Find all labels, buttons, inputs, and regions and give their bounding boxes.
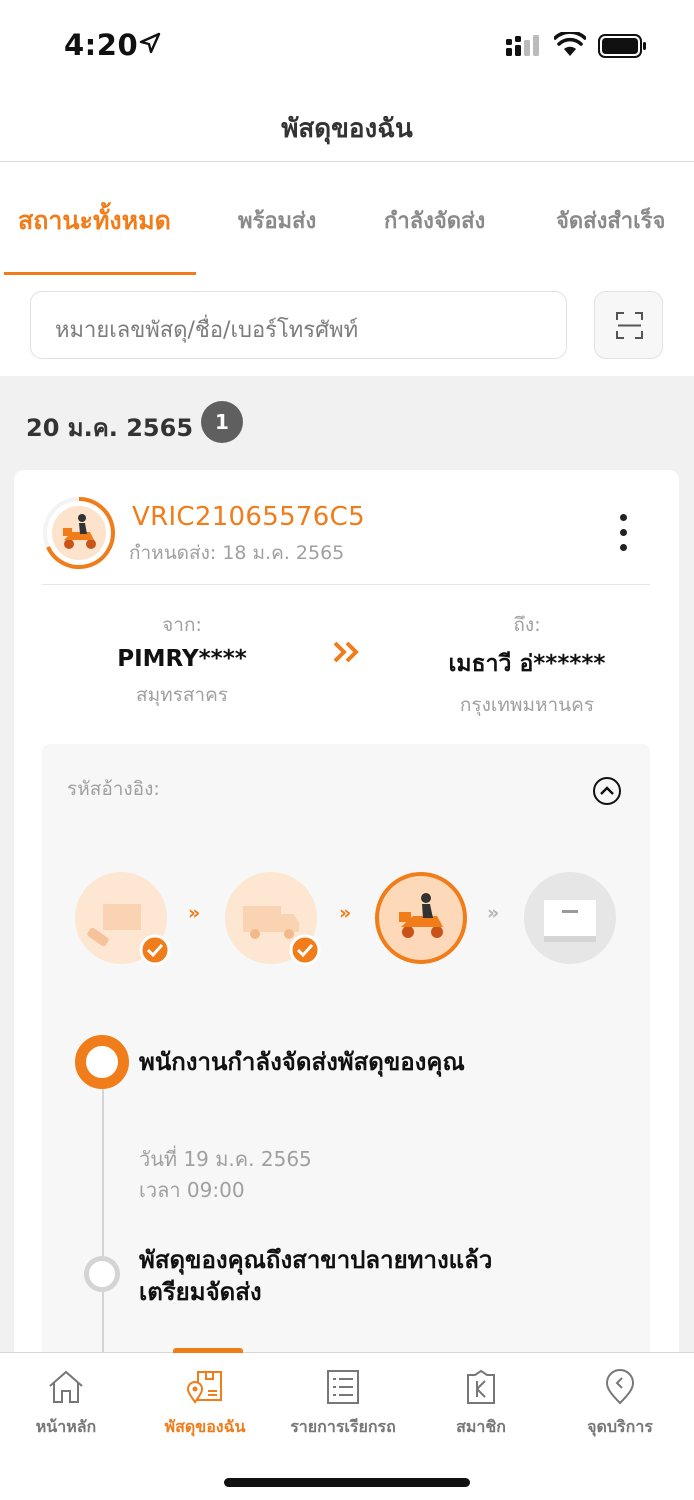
timeline-datetime: วันที่ 19 ม.ค. 2565 เวลา 09:00 [139, 1144, 312, 1206]
step-arrow-icon: » [487, 902, 500, 924]
search-input[interactable]: หมายเลขพัสดุ/ชื่อ/เบอร์โทรศัพท์ [30, 291, 567, 359]
battery-icon [598, 34, 646, 58]
timeline-dot-previous [84, 1256, 120, 1292]
step-delivered [524, 872, 616, 964]
tab-in-delivery[interactable]: กำลังจัดส่ง [384, 203, 485, 238]
search-placeholder: หมายเลขพัสดุ/ชื่อ/เบอร์โทรศัพท์ [55, 318, 359, 343]
package-box-icon [524, 872, 616, 964]
nav-pickup-requests-label: รายการเรียกรถ [290, 1417, 396, 1436]
tracking-number[interactable]: VRIC21065576C5 [132, 502, 365, 532]
sender-block: จาก: PIMRY**** สมุทรสาคร [72, 610, 292, 710]
check-circle-icon [139, 934, 171, 966]
location-arrow-icon [139, 32, 161, 54]
sender-city: สมุทรสาคร [135, 684, 229, 706]
sender-name: PIMRY**** [117, 646, 247, 672]
tab-delivered[interactable]: จัดส่งสำเร็จ [556, 203, 665, 238]
double-chevron-right-icon [333, 641, 359, 663]
step-parcel-received [75, 872, 171, 966]
timeline-dot-current [75, 1035, 129, 1089]
nav-home-label: หน้าหลัก [35, 1417, 97, 1436]
group-count-badge: 1 [201, 401, 243, 443]
timeline-line [102, 1089, 104, 1379]
tab-all-status[interactable]: สถานะทั้งหมด [18, 201, 171, 241]
scan-button[interactable] [594, 291, 663, 359]
status-time: 4:20 [64, 28, 139, 62]
reference-label: รหัสอ้างอิง: [67, 778, 160, 800]
step-arrow-icon: » [339, 902, 352, 924]
nav-my-parcels[interactable]: พัสดุของฉัน [145, 1369, 265, 1440]
tracking-detail-panel: รหัสอ้างอิง: » » » พนักงานกำลังจัดส่งพัส… [42, 744, 650, 1379]
step-out-for-delivery [375, 872, 467, 964]
nav-service-points[interactable]: จุดบริการ [560, 1369, 680, 1440]
to-label: ถึง: [513, 614, 541, 636]
nav-service-points-label: จุดบริการ [587, 1417, 653, 1436]
timeline-status-current: พนักงานกำลังจัดส่งพัสดุของคุณ [139, 1048, 465, 1076]
page-title: พัสดุของฉัน [281, 114, 413, 144]
home-icon [49, 1370, 83, 1403]
tab-ready-to-ship[interactable]: พร้อมส่ง [238, 203, 316, 238]
more-options-button[interactable] [611, 514, 635, 558]
step-in-transit [225, 872, 321, 966]
nav-my-parcels-label: พัสดุของฉัน [164, 1417, 246, 1436]
app-header: พัสดุของฉัน [0, 90, 694, 162]
nav-home[interactable]: หน้าหลัก [6, 1369, 126, 1440]
from-label: จาก: [162, 614, 202, 636]
recipient-name: เมธาวี อ่****** [448, 651, 606, 677]
nav-pickup-requests[interactable]: รายการเรียกรถ [283, 1369, 403, 1440]
parcel-icon [186, 1371, 222, 1404]
delivery-scooter-avatar-icon [43, 497, 115, 569]
group-date: 20 ม.ค. 2565 [26, 414, 194, 442]
more-dot-icon [619, 514, 627, 521]
timeline-time: เวลา 09:00 [139, 1178, 245, 1202]
card-divider [42, 584, 650, 585]
parcel-list: 20 ม.ค. 2565 1 VRIC21065576C5 กำหนดส่ง: … [0, 376, 694, 1379]
wifi-icon [554, 32, 586, 56]
delivery-scooter-icon [375, 872, 467, 964]
timeline-status-previous: พัสดุของคุณถึงสาขาปลายทางแล้ว เตรียมจัดส… [139, 1244, 492, 1308]
scan-icon [616, 312, 643, 339]
recipient-block: ถึง: เมธาวี อ่****** กรุงเทพมหานคร [397, 610, 657, 720]
location-icon [605, 1369, 635, 1405]
list-icon [327, 1370, 359, 1404]
active-tab-indicator [4, 272, 196, 275]
bottom-navigation: หน้าหลัก พัสดุของฉัน รายการเรียกรถ สมาชิ… [0, 1348, 694, 1500]
check-circle-icon [289, 934, 321, 966]
more-dot-icon [619, 544, 627, 551]
status-bar: 4:20 [0, 0, 694, 90]
member-icon [467, 1369, 495, 1404]
nav-member-label: สมาชิก [456, 1417, 506, 1436]
due-date: กำหนดส่ง: 18 ม.ค. 2565 [129, 542, 345, 564]
status-tabs: สถานะทั้งหมด พร้อมส่ง กำลังจัดส่ง จัดส่ง… [0, 163, 694, 275]
signal-icon [506, 35, 539, 56]
more-dot-icon [619, 529, 627, 536]
step-arrow-icon: » [188, 902, 201, 924]
nav-member[interactable]: สมาชิก [421, 1369, 541, 1440]
timeline-status-line: เตรียมจัดส่ง [139, 1278, 262, 1306]
home-indicator [224, 1478, 470, 1487]
collapse-chevron-up-icon[interactable] [592, 776, 622, 806]
timeline-date: วันที่ 19 ม.ค. 2565 [139, 1147, 312, 1171]
parcel-card[interactable]: VRIC21065576C5 กำหนดส่ง: 18 ม.ค. 2565 จา… [14, 470, 679, 1379]
bottom-nav-active-indicator [173, 1348, 243, 1353]
recipient-city: กรุงเทพมหานคร [459, 694, 595, 716]
timeline-status-line: พัสดุของคุณถึงสาขาปลายทางแล้ว [139, 1246, 493, 1274]
